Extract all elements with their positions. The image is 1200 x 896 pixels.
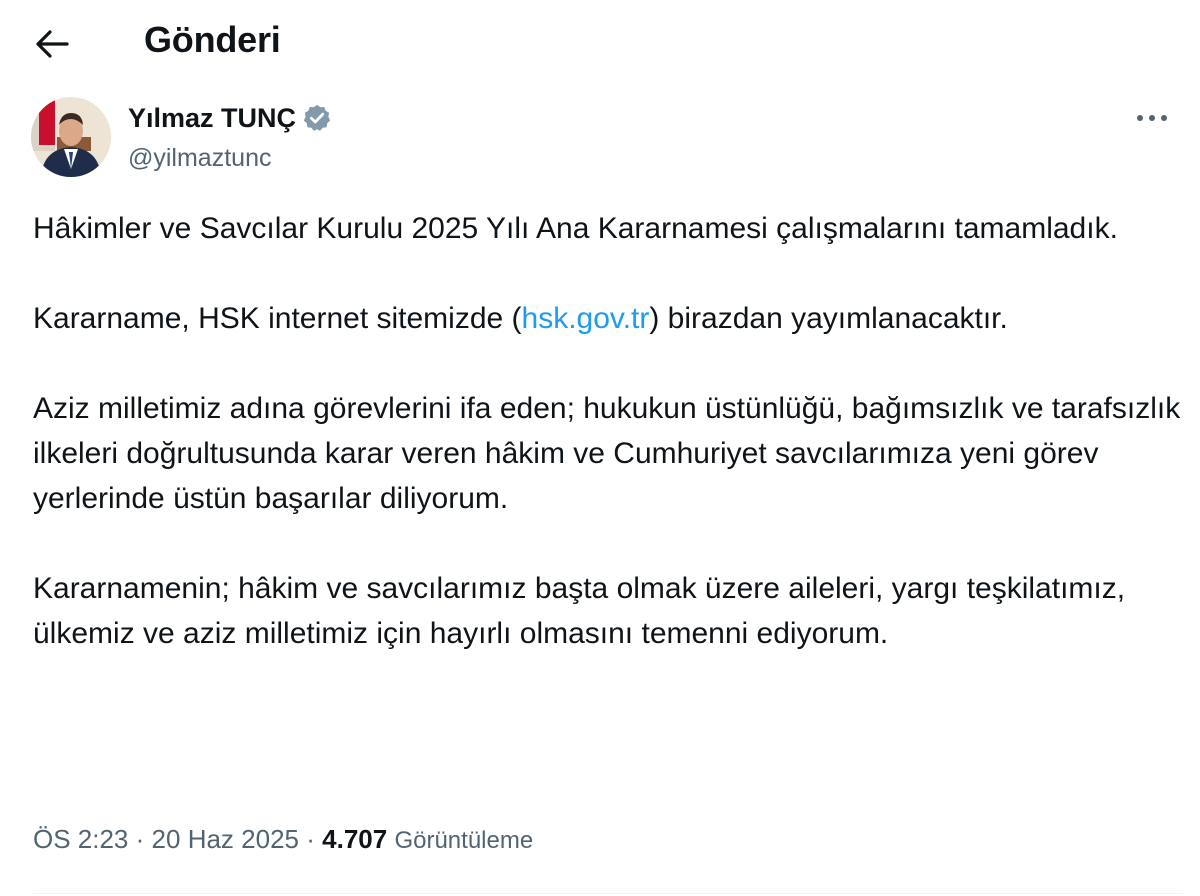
tweet-time[interactable]: ÖS 2:23 [33,824,128,854]
author-handle[interactable]: @yilmaztunc [128,140,271,176]
hsk-link[interactable]: hsk.gov.tr [522,302,650,335]
tweet-text-span: Kararname, HSK internet sitemizde ( [33,302,522,335]
tweet-text-span: ) birazdan yayımlanacaktır. [649,302,1008,335]
author-name[interactable]: Yılmaz TUNÇ [128,98,296,138]
tweet-paragraph-3: Aziz milletimiz adına görevlerini ifa ed… [33,392,1181,515]
meta-separator: · [135,824,145,854]
avatar-image [31,97,111,177]
page-header: Gönderi [0,0,1200,84]
tweet-meta: ÖS 2:23 · 20 Haz 2025 · 4.707 Görüntülem… [33,818,533,862]
tweet-page: Gönderi Yılmaz TUNÇ @yilmaztunc Hâkimler… [0,0,1200,896]
back-button[interactable] [30,22,74,66]
tweet-paragraph-1: Hâkimler ve Savcılar Kurulu 2025 Yılı An… [33,212,1118,245]
more-horizontal-icon [1137,115,1167,121]
verified-badge-icon [302,103,332,133]
views-count: 4.707 [322,824,388,854]
tweet-paragraph-4: Kararnamenin; hâkim ve savcılarımız başt… [33,572,1126,650]
tweet-date[interactable]: 20 Haz 2025 [152,824,299,854]
author-name-row: Yılmaz TUNÇ [128,98,332,138]
tweet-paragraph-2: Kararname, HSK internet sitemizde (hsk.g… [33,296,1183,341]
avatar[interactable] [31,97,111,177]
views-label: Görüntüleme [394,827,534,854]
meta-separator: · [306,824,315,854]
more-options-button[interactable] [1130,98,1174,138]
page-title: Gönderi [144,19,281,60]
arrow-left-icon [36,30,69,58]
tweet-text: Hâkimler ve Savcılar Kurulu 2025 Yılı An… [33,206,1183,656]
divider [33,893,1183,894]
